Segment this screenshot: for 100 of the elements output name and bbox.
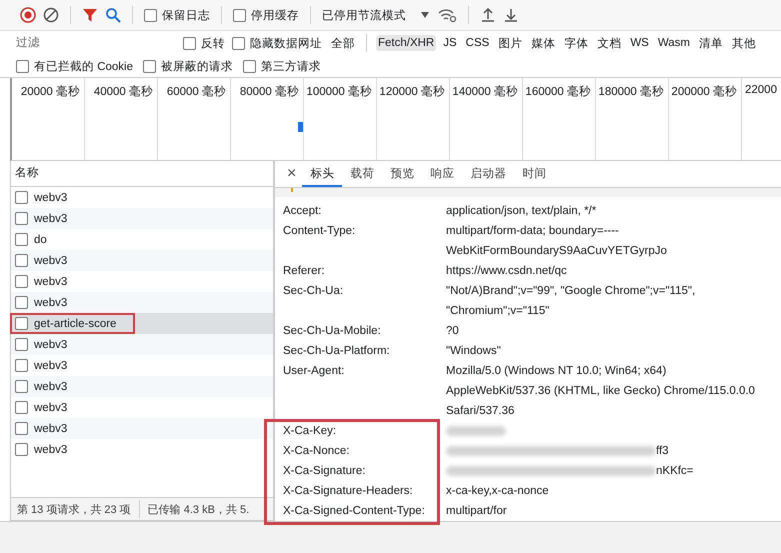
type-filter[interactable]: 字体 — [562, 34, 590, 52]
request-name: webv3 — [34, 192, 68, 204]
checkbox[interactable] — [144, 8, 157, 22]
request-name: webv3 — [34, 380, 68, 392]
header-value: "Windows" — [446, 344, 501, 359]
checkbox[interactable] — [243, 60, 256, 72]
request-name: webv3 — [34, 212, 68, 224]
type-filter[interactable]: 清单 — [697, 34, 726, 52]
request-name: webv3 — [34, 276, 68, 288]
checkbox[interactable] — [15, 359, 28, 372]
request-row[interactable]: get-article-score — [11, 313, 273, 334]
header-value: nKKfc= — [656, 464, 694, 479]
checkbox-label[interactable]: 停用缓存 — [251, 8, 299, 22]
header-value: Mozilla/5.0 (Windows NT 10.0; Win64; x64) AppleWebKit/537.36 (KHTML, like Gecko) Chrome/115.0.0.0 Safari/537.36 — [446, 364, 756, 419]
detail-tab[interactable]: 响应 — [422, 161, 462, 187]
timeline-tick: 22000 — [745, 84, 777, 98]
request-row[interactable]: webv3 — [11, 376, 273, 397]
header-value: multipart/for — [446, 504, 507, 519]
request-count: 第 13 项请求，共 23 项 — [17, 502, 131, 516]
checkbox[interactable] — [232, 36, 245, 50]
type-filter[interactable]: 文档 — [595, 34, 624, 52]
request-name: get-article-score — [34, 318, 116, 330]
checkbox-label[interactable]: 有已拦截的 Cookie — [34, 58, 133, 74]
header-name: User-Agent: — [282, 364, 346, 379]
checkbox[interactable] — [15, 254, 28, 267]
clear-icon[interactable] — [43, 7, 59, 23]
checkbox[interactable] — [15, 338, 28, 351]
header-name: X-Ca-Key: — [282, 424, 338, 439]
checkbox[interactable] — [15, 212, 28, 225]
scroll-marker — [291, 188, 293, 192]
checkbox-label[interactable]: 被屏蔽的请求 — [161, 58, 233, 74]
type-filter[interactable]: JS — [441, 35, 459, 51]
header-name: X-Ca-Nonce: — [282, 444, 350, 459]
header-name: Content-Type: — [282, 224, 356, 239]
checkbox[interactable] — [15, 380, 28, 393]
request-name: do — [34, 234, 47, 246]
filter-icon[interactable] — [82, 7, 98, 23]
request-name: webv3 — [34, 444, 68, 456]
request-name: webv3 — [34, 254, 68, 266]
checkbox-label[interactable]: 反转 — [201, 36, 225, 50]
type-filter[interactable]: 媒体 — [529, 34, 558, 52]
record-icon[interactable] — [20, 7, 36, 23]
timeline-tick: 160000 毫秒 — [525, 84, 591, 99]
checkbox[interactable] — [16, 60, 29, 72]
timeline-tick: 180000 毫秒 — [598, 84, 664, 99]
checkbox[interactable] — [15, 191, 28, 204]
header-name: X-Ca-Signature-Headers: — [282, 484, 414, 499]
transfer-size: 已传输 4.3 kB，共 5. — [148, 502, 250, 516]
checkbox[interactable] — [15, 317, 28, 330]
upload-icon[interactable] — [480, 7, 496, 23]
header-name: Accept: — [282, 204, 322, 219]
checkbox[interactable] — [15, 422, 28, 435]
detail-tab[interactable]: 启动器 — [462, 161, 514, 187]
checkbox-label[interactable]: 第三方请求 — [261, 58, 321, 74]
request-row[interactable]: webv3 — [11, 292, 273, 313]
request-name: webv3 — [34, 422, 68, 434]
header-value: ?0 — [446, 324, 459, 339]
checkbox-label[interactable]: 隐藏数据网址 — [250, 36, 322, 50]
request-row[interactable]: webv3 — [11, 208, 273, 229]
download-icon[interactable] — [503, 7, 519, 23]
timeline-tick: 80000 毫秒 — [240, 84, 299, 99]
request-row[interactable]: webv3 — [11, 418, 273, 439]
request-name: webv3 — [34, 296, 68, 308]
header-value: ff3 — [656, 444, 669, 459]
checkbox-label[interactable]: 保留日志 — [162, 8, 210, 22]
request-name: webv3 — [34, 338, 68, 350]
type-filter[interactable]: Wasm — [656, 35, 692, 51]
search-icon[interactable] — [105, 7, 121, 23]
request-row[interactable]: webv3 — [11, 250, 273, 271]
type-filter[interactable]: 图片 — [496, 34, 524, 52]
type-filter[interactable]: CSS — [464, 35, 492, 51]
timeline-tick: 20000 毫秒 — [20, 84, 80, 99]
detail-tab[interactable]: 预览 — [382, 161, 422, 187]
checkbox[interactable] — [15, 443, 28, 456]
checkbox[interactable] — [183, 36, 196, 50]
checkbox[interactable] — [15, 275, 28, 288]
caret-icon — [420, 11, 430, 19]
detail-tab[interactable]: 时间 — [514, 161, 554, 187]
checkbox[interactable] — [15, 233, 28, 246]
header-value: x-ca-key,x-ca-nonce — [446, 484, 549, 499]
checkbox[interactable] — [15, 296, 28, 309]
request-row[interactable]: webv3 — [11, 334, 273, 355]
checkbox[interactable] — [143, 60, 156, 72]
timeline-tick: 60000 毫秒 — [166, 84, 226, 99]
request-bar — [298, 122, 303, 132]
close-button[interactable]: × — [283, 161, 302, 187]
checkbox[interactable] — [15, 401, 28, 414]
header-name: X-Ca-Signed-Content-Type: — [282, 504, 426, 519]
type-filter[interactable]: 全部 — [329, 34, 357, 52]
type-filter[interactable]: Fetch/XHR — [376, 35, 436, 51]
detail-tab[interactable]: 载荷 — [342, 161, 382, 187]
header-value: https://www.csdn.net/qc — [446, 264, 567, 279]
type-filter[interactable]: 其他 — [730, 34, 758, 52]
header-name: Sec-Ch-Ua-Mobile: — [282, 324, 382, 339]
throttle-dropdown[interactable]: 已停用节流模式 — [322, 8, 430, 22]
header-name: Referer: — [282, 264, 326, 279]
timeline-tick: 140000 毫秒 — [452, 84, 518, 99]
timeline-tick: 40000 毫秒 — [94, 84, 153, 99]
type-filter[interactable]: WS — [628, 35, 651, 51]
checkbox[interactable] — [233, 8, 246, 22]
